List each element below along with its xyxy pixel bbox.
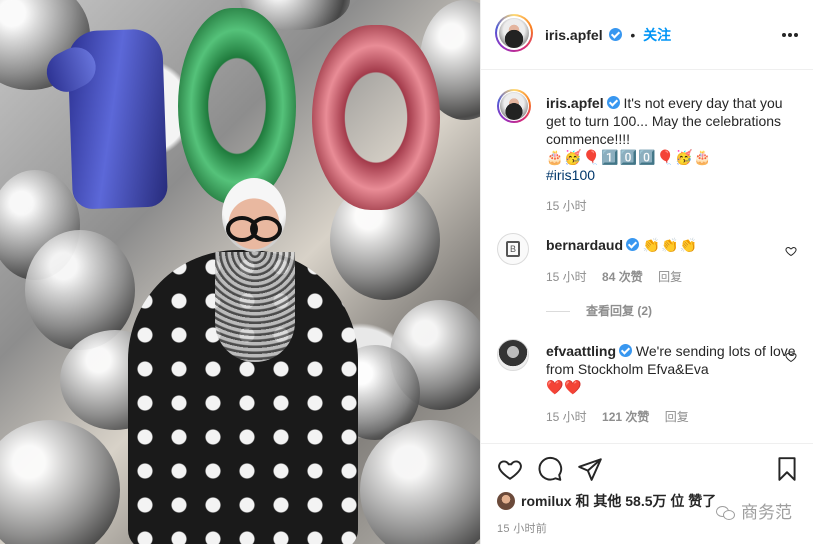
likes-count[interactable]: 和 其他 58.5万 位 (575, 493, 684, 509)
round-glasses (224, 216, 284, 242)
verified-badge-icon (626, 238, 640, 251)
comment-likes[interactable]: 84 次赞 (602, 270, 643, 284)
comment-likes[interactable]: 121 次赞 (602, 410, 649, 424)
more-options-icon[interactable] (782, 33, 798, 37)
comment-meta: 15 小时 84 次赞 回复 (546, 268, 694, 285)
view-replies-link[interactable]: 查看回复 (2) (546, 302, 652, 319)
post-actions: romilux 和 其他 58.5万 位 赞了 15 小时前 商务范 (481, 443, 813, 544)
balloon-digit-0-red (312, 25, 440, 210)
caption-time[interactable]: 15 小时 (546, 199, 587, 213)
caption-meta: 15 小时 (546, 197, 599, 214)
verified-badge-icon (606, 96, 620, 109)
comment-like-heart-icon[interactable] (785, 351, 797, 363)
reply-button[interactable]: 回复 (665, 410, 689, 424)
comment-emoji: ❤️❤️ (546, 379, 583, 395)
comment-username[interactable]: bernardaud (546, 237, 623, 253)
person-head (222, 178, 286, 252)
comment-avatar[interactable]: B (497, 233, 529, 265)
heart-icon[interactable] (497, 456, 523, 482)
reply-button[interactable]: 回复 (658, 270, 682, 284)
comment-meta: 15 小时 121 次赞 回复 (546, 408, 701, 425)
post-details-panel: iris.apfel • 关注 iris.apfel It's not ever… (480, 0, 813, 544)
necklaces (215, 252, 295, 362)
liker-name[interactable]: romilux (521, 493, 572, 509)
liker-avatar[interactable] (497, 492, 515, 510)
hashtag-link[interactable]: #iris100 (546, 167, 595, 183)
post-photo[interactable] (0, 0, 480, 544)
comment-text: 👏👏👏 (642, 237, 699, 253)
watermark-text: 商务范 (741, 503, 792, 522)
comment-time[interactable]: 15 小时 (546, 270, 587, 284)
post-header: iris.apfel • 关注 (481, 0, 813, 70)
likes-summary: romilux 和 其他 58.5万 位 赞了 (497, 491, 716, 511)
comment-time[interactable]: 15 小时 (546, 410, 587, 424)
comment-avatar[interactable] (497, 339, 529, 371)
comment-username[interactable]: efvaattling (546, 343, 616, 359)
comment-icon[interactable] (537, 456, 563, 482)
likes-suffix: 赞了 (688, 493, 717, 509)
watermark: 商务范 (716, 498, 792, 523)
bookmark-icon[interactable] (774, 456, 800, 482)
instagram-post: iris.apfel • 关注 iris.apfel It's not ever… (0, 0, 813, 544)
caption-username[interactable]: iris.apfel (546, 95, 604, 111)
avatar[interactable] (495, 14, 533, 52)
caption-emoji: 🎂🥳🎈1️⃣0️⃣0️⃣🎈🥳🎂 (546, 149, 712, 165)
comment-like-heart-icon[interactable] (785, 245, 797, 257)
wechat-icon (716, 504, 736, 520)
post-timestamp[interactable]: 15 小时前 (497, 520, 547, 536)
header-username[interactable]: iris.apfel (545, 27, 603, 43)
balloon-digit-1 (66, 28, 169, 210)
verified-badge-icon (619, 344, 633, 357)
verified-badge-icon (609, 28, 623, 41)
balloon-digit-0-green (178, 8, 296, 204)
separator-dot: • (630, 27, 636, 43)
caption-avatar[interactable] (497, 89, 531, 123)
follow-button[interactable]: 关注 (643, 27, 671, 43)
paper-plane-icon[interactable] (577, 456, 603, 482)
comments-list: iris.apfel It's not every day that you g… (481, 71, 813, 443)
